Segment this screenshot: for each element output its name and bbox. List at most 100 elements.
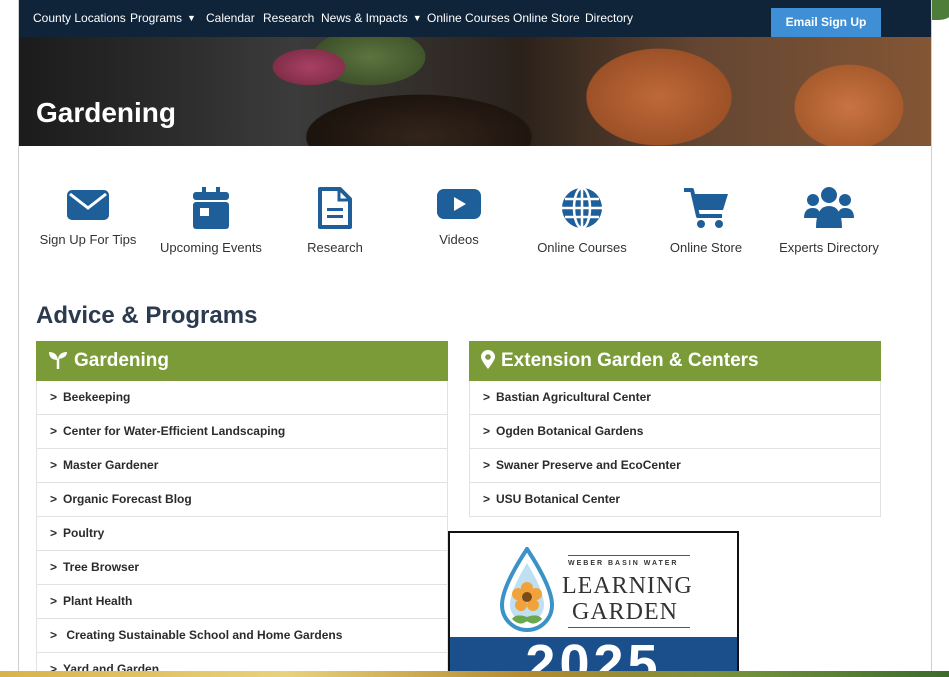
list-item-label: USU Botanical Center [496,492,621,506]
list-item[interactable]: > Beekeeping [36,381,448,415]
hero-banner: Gardening [19,37,931,146]
document-icon [318,187,352,229]
learning-garden-promo[interactable]: WEBER BASIN WATER LEARNING GARDEN 2025 [448,531,739,677]
quick-link-label: Online Courses [537,240,627,255]
list-item-label: Poultry [63,526,105,540]
list-item-label: Bastian Agricultural Center [496,390,651,404]
section-title-advice-programs: Advice & Programs [36,302,258,329]
quick-link-online-courses[interactable]: Online Courses [520,186,644,255]
chevron-right-icon: > [483,390,491,404]
chevron-right-icon: > [50,594,58,608]
quick-link-online-store[interactable]: Online Store [644,186,768,255]
list-item-label: Center for Water-Efficient Landscaping [63,424,286,438]
list-item-label: Tree Browser [63,560,140,574]
promo-subtitle: WEBER BASIN WATER [568,560,679,567]
list-item[interactable]: > Swaner Preserve and EcoCenter [469,449,881,483]
quick-link-label: Experts Directory [779,240,879,255]
page-edge-bottom [0,671,949,677]
cart-icon [684,188,728,228]
nav-label: Calendar [206,11,255,25]
list-item[interactable]: > USU Botanical Center [469,483,881,517]
list-item[interactable]: > Plant Health [36,585,448,619]
page-edge-right [879,0,949,677]
envelope-icon [67,190,109,220]
nav-label: Research [263,11,315,25]
quick-link-research[interactable]: Research [273,186,397,255]
extension-centers-panel: Extension Garden & Centers > Bastian Agri… [469,341,881,517]
browser-page: County Locations Programs ▼ Calendar Rese… [18,0,932,677]
list-item-label: Ogden Botanical Gardens [496,424,644,438]
list-item[interactable]: > Creating Sustainable School and Home G… [36,619,448,653]
calendar-icon [193,187,229,229]
list-item[interactable]: > Master Gardener [36,449,448,483]
promo-title-line1: LEARNING [562,573,693,599]
quick-link-sign-up-for-tips[interactable]: Sign Up For Tips [26,186,150,247]
chevron-right-icon: > [50,526,58,540]
chevron-right-icon: > [483,492,491,506]
divider [568,627,690,628]
seedling-icon [49,352,67,369]
chevron-down-icon: ▼ [412,13,422,23]
nav-label: Online Store [513,11,580,25]
hero-image [19,37,931,146]
nav-calendar[interactable]: Calendar [206,0,255,37]
list-item-label: Plant Health [63,594,133,608]
quick-link-label: Sign Up For Tips [39,232,137,247]
nav-label: Directory [585,11,634,25]
nav-programs[interactable]: Programs ▼ [130,0,196,37]
email-signup-button[interactable]: Email Sign Up [771,8,881,37]
quick-link-upcoming-events[interactable]: Upcoming Events [149,186,273,255]
chevron-right-icon: > [50,458,58,472]
panel-heading-label: Extension Garden & Centers [501,350,759,371]
panel-heading-label: Gardening [74,350,170,371]
quick-link-label: Videos [439,232,479,247]
list-item-label: Master Gardener [63,458,159,472]
nav-label: News & Impacts [321,11,408,25]
chevron-right-icon: > [483,424,491,438]
quick-link-label: Online Store [669,240,743,255]
divider [568,555,690,556]
list-item-label: Swaner Preserve and EcoCenter [496,458,681,472]
youtube-icon [437,189,481,219]
panel-heading: Gardening [36,341,448,381]
list-item[interactable]: > Poultry [36,517,448,551]
gardening-panel: Gardening > Beekeeping > Center for Water-… [36,341,448,677]
list-item[interactable]: > Ogden Botanical Gardens [469,415,881,449]
list-item[interactable]: > Organic Forecast Blog [36,483,448,517]
quick-link-videos[interactable]: Videos [397,186,521,247]
quick-link-label: Upcoming Events [160,240,262,255]
nav-online-courses[interactable]: Online Courses [427,0,510,37]
list-item[interactable]: > Bastian Agricultural Center [469,381,881,415]
quick-links: Sign Up For Tips Upcoming Events Researc… [19,186,931,266]
water-drop-flower-logo [499,547,555,632]
panel-heading: Extension Garden & Centers [469,341,881,381]
nav-online-store[interactable]: Online Store [513,0,580,37]
chevron-right-icon: > [483,458,491,472]
list-item[interactable]: > Tree Browser [36,551,448,585]
map-pin-icon [481,350,495,369]
nav-news-impacts[interactable]: News & Impacts ▼ [321,0,422,37]
chevron-right-icon: > [50,492,58,506]
quick-link-label: Research [307,240,363,255]
nav-research[interactable]: Research [263,0,314,37]
globe-icon [562,186,602,230]
page-title: Gardening [36,97,177,128]
nav-county-locations[interactable]: County Locations [33,0,126,37]
chevron-right-icon: > [50,424,58,438]
page-edge-left [0,0,18,677]
top-navigation: County Locations Programs ▼ Calendar Rese… [19,0,931,37]
chevron-right-icon: > [50,390,58,404]
nav-label: Online Courses [427,11,510,25]
nav-label: County Locations [33,11,126,25]
chevron-right-icon: > [50,560,58,574]
nav-directory[interactable]: Directory [585,0,633,37]
chevron-down-icon: ▼ [187,13,196,23]
quick-link-experts-directory[interactable]: Experts Directory [767,186,891,255]
list-item-label: Organic Forecast Blog [63,492,192,506]
list-item-label: Creating Sustainable School and Home Gar… [63,628,343,642]
nav-label: Programs [130,11,183,25]
promo-title-line2: GARDEN [572,599,678,625]
list-item[interactable]: > Center for Water-Efficient Landscaping [36,415,448,449]
users-icon [804,187,854,228]
list-item-label: Beekeeping [63,390,131,404]
